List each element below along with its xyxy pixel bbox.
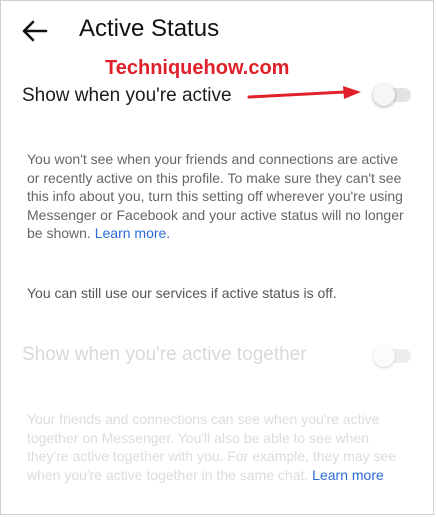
active-status-description: You won't see when your friends and conn… xyxy=(27,151,404,241)
active-together-label: Show when you're active together xyxy=(22,344,307,365)
toggle-knob xyxy=(373,345,395,367)
toggle-knob xyxy=(373,84,395,106)
learn-more-link[interactable]: Learn more. xyxy=(95,225,170,241)
back-button[interactable] xyxy=(18,16,52,46)
header: Active Status xyxy=(0,0,436,62)
active-status-note: You can still use our services if active… xyxy=(27,285,337,301)
active-status-toggle[interactable] xyxy=(373,84,411,106)
back-arrow-icon xyxy=(22,20,48,42)
active-together-toggle[interactable] xyxy=(373,345,411,367)
annotation-arrow-icon xyxy=(247,86,361,99)
watermark-text: Techniquehow.com xyxy=(105,57,290,79)
active-together-description: Your friends and connections can see whe… xyxy=(27,411,397,483)
page-title: Active Status xyxy=(79,15,220,42)
learn-more-link-together[interactable]: Learn more xyxy=(312,467,384,483)
active-status-label: Show when you're active xyxy=(22,85,232,106)
